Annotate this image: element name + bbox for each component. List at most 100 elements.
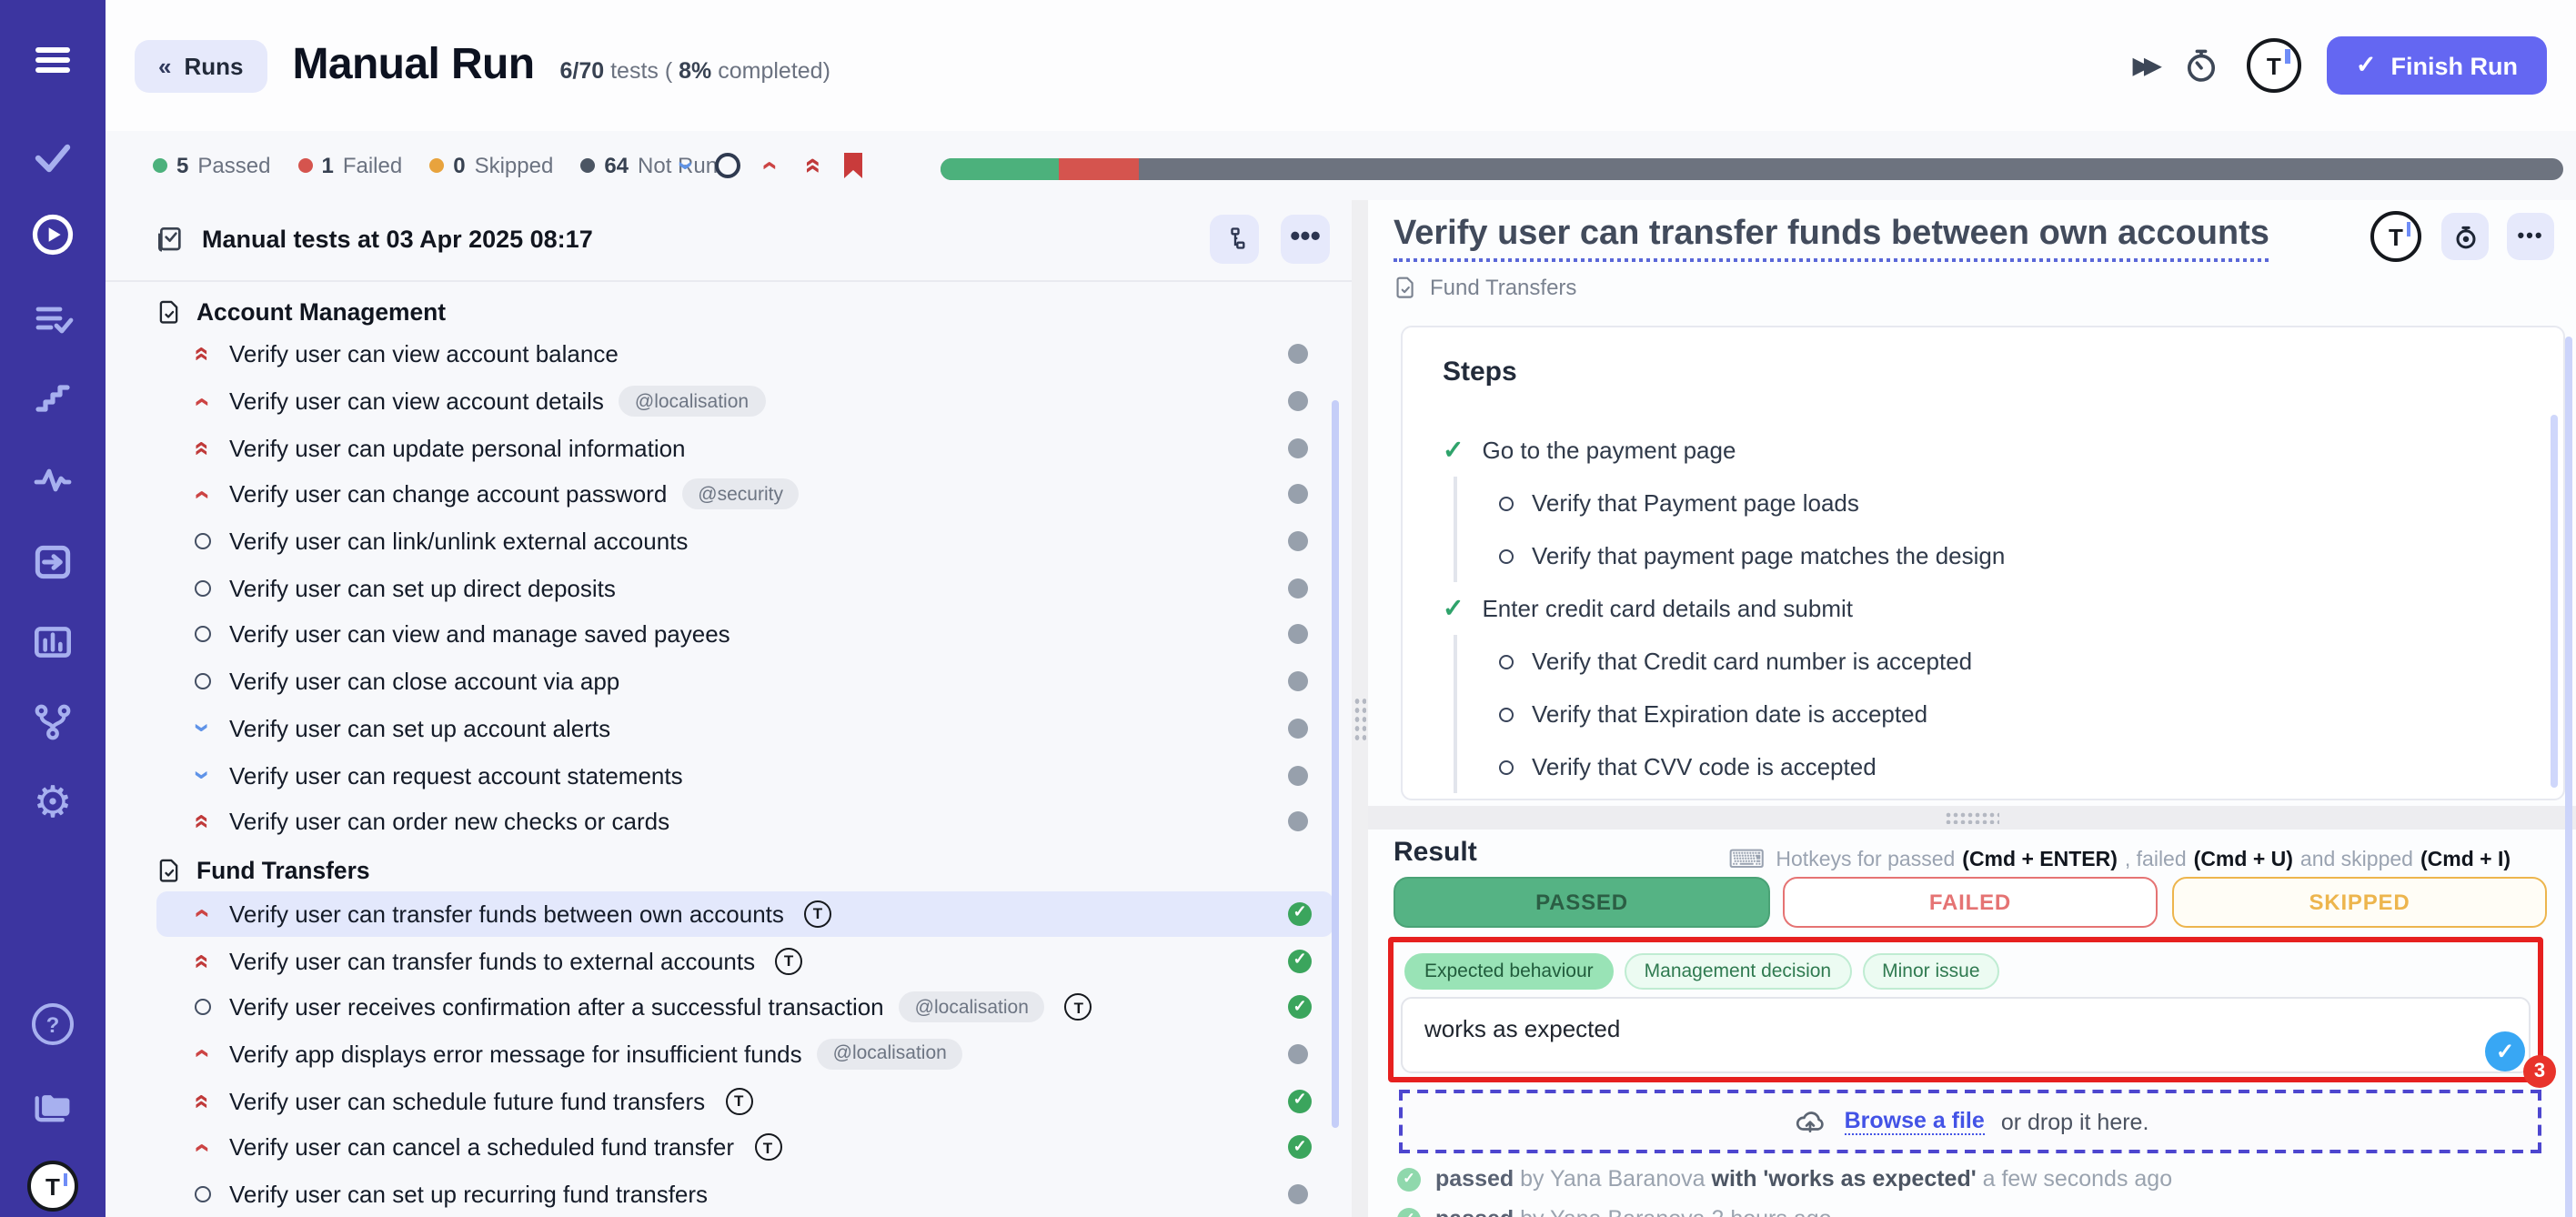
browse-file-link[interactable]: Browse a file — [1845, 1108, 1985, 1135]
tests-check-icon[interactable] — [31, 135, 75, 178]
suite-header-account-management[interactable]: Account Management — [106, 291, 1352, 331]
step-row[interactable]: Verify that payment page matches the des… — [1454, 529, 2563, 582]
test-row[interactable]: Verify user can update personal informat… — [156, 425, 1333, 471]
test-row[interactable]: Verify user can link/unlink external acc… — [156, 518, 1333, 565]
pulse-icon[interactable] — [31, 458, 75, 502]
test-row[interactable]: Verify user can view account balance — [156, 331, 1333, 377]
test-tag[interactable]: @security — [681, 479, 800, 510]
test-row[interactable]: Verify user can set up recurring fund tr… — [156, 1171, 1333, 1217]
test-row[interactable]: Verify user can request account statemen… — [156, 751, 1333, 798]
detail-more-button[interactable]: ••• — [2507, 213, 2554, 260]
test-row[interactable]: Verify user can view and manage saved pa… — [156, 611, 1333, 658]
annotation-highlight-box: Expected behaviour Management decision M… — [1388, 937, 2543, 1082]
suite-breadcrumb[interactable]: Fund Transfers — [1394, 275, 1576, 300]
analytics-icon[interactable] — [30, 619, 75, 665]
test-tag[interactable]: @localisation — [817, 1039, 963, 1070]
skipped-dot — [429, 158, 444, 173]
result-tag[interactable]: Minor issue — [1862, 953, 1999, 990]
bookmark-filter-icon[interactable] — [840, 153, 866, 178]
testomat-badge-icon[interactable]: T — [2247, 38, 2301, 93]
test-title: Verify user receives confirmation after … — [229, 994, 884, 1021]
test-row[interactable]: Verify user can view account details @lo… — [156, 377, 1333, 424]
help-icon[interactable]: ? — [32, 1003, 74, 1045]
priority-icon — [189, 1087, 215, 1114]
suite-header-fund-transfers[interactable]: Fund Transfers — [106, 850, 1352, 890]
test-detail-title[interactable]: Verify user can transfer funds between o… — [1394, 215, 2269, 262]
step-status-icon — [1443, 593, 1464, 624]
tree-view-button[interactable] — [1210, 214, 1259, 263]
automated-test-logo-icon[interactable]: T — [2370, 211, 2421, 262]
test-row[interactable]: Verify user can change account password … — [156, 471, 1333, 518]
skipped-button[interactable]: SKIPPED — [2172, 877, 2547, 928]
step-row[interactable]: Verify that Credit card number is accept… — [1454, 635, 2563, 688]
steps-icon[interactable] — [31, 377, 75, 420]
comment-input[interactable]: works as expected — [1401, 997, 2531, 1073]
step-row[interactable]: Verify that CVV code is accepted — [1454, 740, 2563, 793]
hotkeys-hint: ⌨ Hotkeys for passed (Cmd + ENTER) , fai… — [1728, 844, 2511, 875]
test-row[interactable]: Verify user can set up account alerts — [156, 705, 1333, 751]
panel-splitter[interactable] — [1352, 200, 1368, 1217]
steps-scrollbar[interactable] — [2551, 415, 2558, 788]
projects-folders-icon[interactable] — [29, 1082, 76, 1130]
chevron-up-filter-icon[interactable]: ‹ — [757, 151, 782, 180]
circle-filter-icon[interactable] — [715, 153, 740, 178]
right-scrollbar[interactable] — [2565, 337, 2572, 1217]
test-status-dot — [1288, 578, 1308, 598]
test-title: Verify user can order new checks or card… — [229, 808, 669, 835]
app-window: ⚙ ? T « Runs Manual Run 6/70 tests ( 8% … — [0, 0, 2576, 1217]
entry-icon[interactable] — [30, 539, 75, 585]
step-row[interactable]: Verify that Expiration date is accepted — [1454, 688, 2563, 740]
test-status-dot — [1288, 671, 1308, 691]
step-text: Go to the payment page — [1482, 437, 1736, 464]
suite-name: Account Management — [196, 297, 446, 325]
test-tag[interactable]: @localisation — [899, 992, 1045, 1023]
branches-icon[interactable] — [30, 699, 75, 745]
back-to-runs-button[interactable]: « Runs — [135, 39, 267, 92]
progress-passed-segment — [941, 158, 1059, 180]
chevron-down-filter-icon[interactable]: ‹ — [673, 151, 699, 180]
timer-button[interactable] — [2441, 213, 2489, 260]
menu-icon[interactable] — [31, 38, 75, 82]
submit-comment-button[interactable]: ✓ — [2485, 1031, 2525, 1071]
test-row[interactable]: Verify user can order new checks or card… — [156, 799, 1333, 845]
test-plans-icon[interactable] — [31, 297, 75, 340]
test-status-dot — [1288, 949, 1312, 972]
list-more-button[interactable]: ••• — [1281, 214, 1330, 263]
test-row[interactable]: Verify user can cancel a scheduled fund … — [156, 1124, 1333, 1171]
test-row[interactable]: Verify user can transfer funds to extern… — [156, 938, 1333, 984]
step-row[interactable]: Enter credit card details and submit — [1443, 582, 2563, 635]
stopwatch-icon[interactable] — [2181, 45, 2221, 85]
step-text: Verify that CVV code is accepted — [1532, 753, 1877, 780]
test-title: Verify user can transfer funds to extern… — [229, 947, 755, 974]
top-bar: « Runs Manual Run 6/70 tests ( 8% comple… — [106, 0, 2576, 131]
step-row[interactable]: Verify that Payment page loads — [1454, 477, 2563, 529]
settings-gear-icon[interactable]: ⚙ — [33, 782, 72, 826]
double-chevron-up-filter-icon[interactable]: « — [799, 151, 824, 180]
test-row[interactable]: Verify user can set up direct deposits — [156, 565, 1333, 611]
passed-button[interactable]: PASSED — [1394, 877, 1770, 928]
test-tag[interactable]: @localisation — [619, 386, 765, 417]
left-scrollbar[interactable] — [1332, 400, 1339, 1128]
result-tag[interactable]: Expected behaviour — [1404, 953, 1614, 990]
test-row[interactable]: Verify user can transfer funds between o… — [156, 890, 1333, 937]
test-row[interactable]: Verify user can close account via app — [156, 659, 1333, 705]
run-title-row: Manual tests at 03 Apr 2025 08:17 ••• — [156, 211, 1330, 266]
test-row[interactable]: Verify user can schedule future fund tra… — [156, 1078, 1333, 1124]
test-row[interactable]: Verify app displays error message for in… — [156, 1031, 1333, 1077]
steps-result-splitter[interactable] — [1368, 806, 2576, 830]
priority-icon — [189, 387, 215, 416]
splitter-grip-icon — [1945, 811, 1999, 824]
result-tag[interactable]: Management decision — [1625, 953, 1851, 990]
file-dropzone[interactable]: Browse a file or drop it here. — [1399, 1090, 2541, 1153]
fast-forward-icon[interactable]: ▶▶ — [2133, 53, 2156, 78]
failed-button[interactable]: FAILED — [1783, 877, 2158, 928]
test-row[interactable]: Verify user receives confirmation after … — [156, 984, 1333, 1031]
step-row[interactable]: Go to the payment page — [1443, 424, 2563, 477]
test-title: Verify user can set up account alerts — [229, 715, 610, 742]
notrun-dot — [580, 158, 595, 173]
finish-run-button[interactable]: ✓ Finish Run — [2327, 36, 2547, 95]
run-play-icon[interactable] — [29, 211, 76, 258]
page-title: Manual Run — [292, 40, 534, 91]
step-status-icon — [1499, 707, 1514, 721]
testomat-logo[interactable]: T — [27, 1161, 78, 1212]
